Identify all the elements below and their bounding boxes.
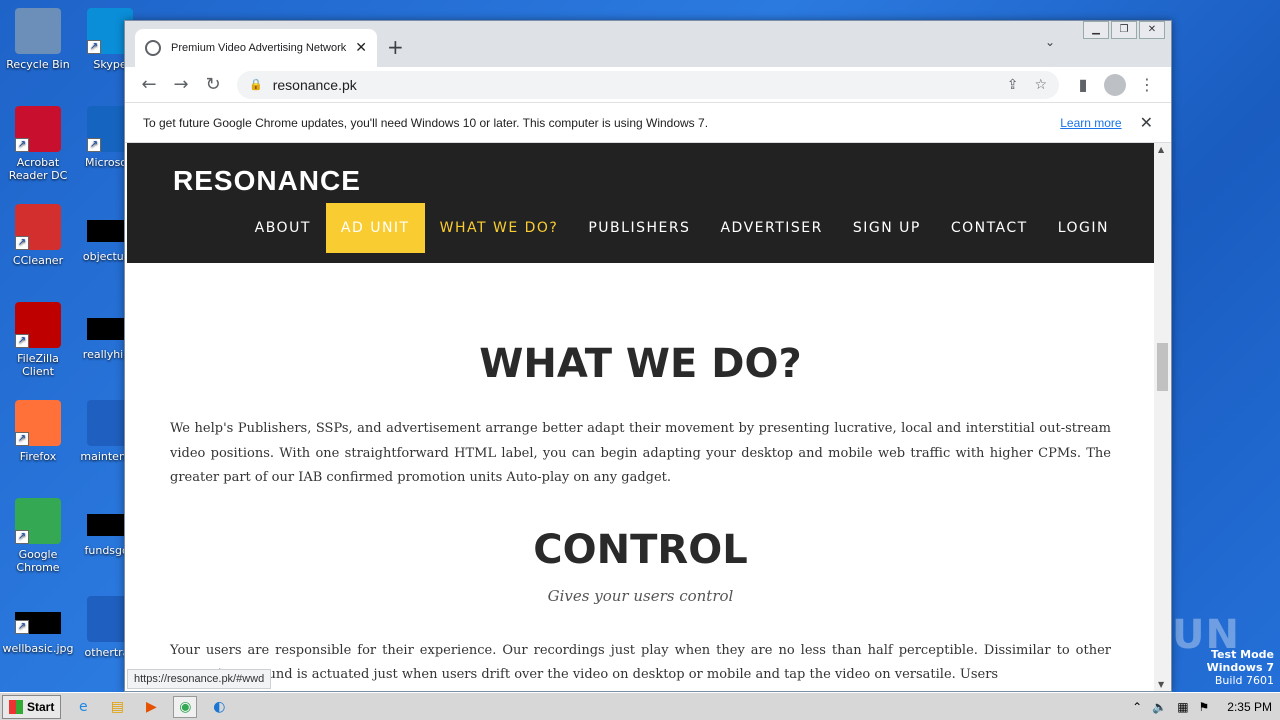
desktop-icon-label: FileZilla Client [17, 352, 59, 378]
tray-expand-icon[interactable]: ⌃ [1132, 700, 1142, 714]
menu-kebab-icon[interactable]: ⋮ [1131, 75, 1163, 94]
close-tab-icon[interactable]: ✕ [355, 40, 367, 56]
nav-item-publishers[interactable]: PUBLISHERS [573, 203, 705, 253]
browser-toolbar: ← → ↻ 🔒 resonance.pk ⇪ ☆ ▮ ⋮ [125, 67, 1171, 103]
desktop-app-icon: ↗ [15, 106, 61, 152]
site-nav: ABOUT AD UNIT WHAT WE DO? PUBLISHERS ADVERTI… [240, 203, 1124, 253]
globe-icon [145, 40, 161, 56]
desktop-app-icon [15, 8, 61, 54]
media-player-taskbar-icon[interactable]: ▶ [139, 696, 163, 718]
nav-item-login[interactable]: LOGIN [1043, 203, 1124, 253]
desktop-app-icon: ↗ [15, 612, 61, 634]
profile-avatar-icon[interactable] [1104, 73, 1126, 96]
address-bar[interactable]: 🔒 resonance.pk ⇪ ☆ [237, 70, 1059, 99]
url-text[interactable]: resonance.pk [273, 77, 991, 93]
what-we-do-heading: WHAT WE DO? [479, 341, 802, 387]
chrome-taskbar-icon[interactable]: ◉ [173, 695, 198, 718]
site-header: RESONANCE ABOUT AD UNIT WHAT WE DO? PUBLISH… [127, 143, 1154, 263]
scroll-thumb[interactable] [1157, 343, 1168, 391]
share-icon[interactable]: ⇪ [1007, 77, 1019, 93]
desktop-app-icon: ↗ [15, 204, 61, 250]
shortcut-arrow-icon: ↗ [87, 40, 101, 54]
page-scrollbar[interactable]: ▲ ▼ [1154, 143, 1171, 691]
link-status-bubble: https://resonance.pk/#wwd [127, 669, 272, 689]
shortcut-arrow-icon: ↗ [87, 138, 101, 152]
close-infobar-icon[interactable]: ✕ [1140, 113, 1153, 133]
nav-item-what-we-do[interactable]: WHAT WE DO? [425, 203, 574, 253]
site-logo[interactable]: RESONANCE [173, 165, 361, 197]
shortcut-arrow-icon: ↗ [15, 138, 29, 152]
desktop-icon[interactable]: ↗ Firefox [0, 400, 76, 463]
control-heading: CONTROL [533, 526, 748, 573]
control-subtitle: Gives your users control [547, 586, 734, 605]
network-icon[interactable]: ▦ [1177, 700, 1188, 714]
desktop-icon-label: wellbasic.jpg [2, 642, 74, 655]
learn-more-link[interactable]: Learn more [1060, 116, 1121, 130]
desktop-app-icon: ↗ [15, 400, 61, 446]
start-button[interactable]: Start [2, 694, 62, 719]
infobar-message: To get future Google Chrome updates, you… [143, 115, 709, 130]
scroll-up-arrow-icon[interactable]: ▲ [1158, 145, 1164, 154]
desktop-app-icon: ↗ [15, 302, 61, 348]
edge-taskbar-icon[interactable]: ◐ [207, 696, 231, 718]
taskbar: Start e ▤ ▶ ◉ ◐ ⌃ 🔈 ▦ ⚑ 2:35 PM [0, 692, 1280, 720]
shortcut-arrow-icon: ↗ [15, 620, 29, 634]
desktop-icon[interactable]: ↗ wellbasic.jpg [0, 596, 76, 655]
reload-icon[interactable]: ↻ [197, 74, 229, 95]
desktop-icon-label: Acrobat Reader DC [8, 156, 68, 182]
ie-taskbar-icon[interactable]: e [71, 696, 95, 718]
desktop-icon-label: Recycle Bin [6, 58, 70, 71]
update-infobar: To get future Google Chrome updates, you… [125, 103, 1171, 143]
test-mode-notice: Test Mode Windows 7 Build 7601 [1206, 648, 1274, 687]
lock-icon[interactable]: 🔒 [249, 78, 263, 91]
forward-arrow-icon[interactable]: → [165, 74, 197, 95]
nav-item-advertiser[interactable]: ADVERTISER [705, 203, 837, 253]
system-tray: ⌃ 🔈 ▦ ⚑ 2:35 PM [1122, 700, 1280, 714]
shortcut-arrow-icon: ↗ [15, 236, 29, 250]
desktop-icon[interactable]: ↗ Google Chrome [0, 498, 76, 574]
restore-button[interactable]: ❐ [1111, 21, 1137, 39]
shortcut-arrow-icon: ↗ [15, 432, 29, 446]
desktop-icon[interactable]: Recycle Bin [0, 8, 76, 71]
windows-logo-icon [9, 699, 23, 714]
control-paragraph: Your users are responsible for their exp… [170, 642, 1111, 683]
desktop-icon[interactable]: ↗ Acrobat Reader DC [0, 106, 76, 182]
tab-search-chevron-icon[interactable]: ⌄ [1045, 35, 1055, 49]
nav-item-sign-up[interactable]: SIGN UP [838, 203, 936, 253]
close-window-button[interactable]: ✕ [1139, 21, 1165, 39]
desktop-icon-label: Firefox [19, 450, 57, 463]
chrome-window: Premium Video Advertising Network ✕ + ⌄ … [124, 20, 1172, 692]
nav-item-about[interactable]: ABOUT [240, 203, 326, 253]
minimize-button[interactable]: ▁ [1083, 21, 1109, 39]
tab-active[interactable]: Premium Video Advertising Network ✕ [135, 29, 377, 67]
bookmark-star-icon[interactable]: ☆ [1034, 77, 1047, 93]
desktop-icon[interactable]: ↗ FileZilla Client [0, 302, 76, 378]
page-content: WHAT WE DO? We help's Publishers, SSPs, … [127, 341, 1154, 688]
page-viewport: RESONANCE ABOUT AD UNIT WHAT WE DO? PUBLISH… [127, 143, 1154, 691]
nav-item-ad-unit[interactable]: AD UNIT [325, 203, 425, 253]
desktop-icon-label: Google Chrome [16, 548, 60, 574]
shortcut-arrow-icon: ↗ [15, 530, 29, 544]
action-center-flag-icon[interactable]: ⚑ [1199, 700, 1210, 714]
desktop-app-icon: ↗ [15, 498, 61, 544]
explorer-taskbar-icon[interactable]: ▤ [105, 696, 129, 718]
back-arrow-icon[interactable]: ← [133, 74, 165, 95]
volume-icon[interactable]: 🔈 [1152, 700, 1167, 714]
new-tab-button[interactable]: + [387, 35, 404, 59]
tab-title: Premium Video Advertising Network [171, 42, 347, 54]
window-controls: ▁ ❐ ✕ [1081, 21, 1165, 39]
desktop-icon-label: CCleaner [12, 254, 64, 267]
what-we-do-paragraph: We help's Publishers, SSPs, and advertis… [170, 421, 1111, 485]
clock[interactable]: 2:35 PM [1227, 700, 1272, 714]
scroll-down-arrow-icon[interactable]: ▼ [1158, 680, 1164, 689]
tab-strip: Premium Video Advertising Network ✕ + ⌄ … [125, 21, 1171, 67]
shortcut-arrow-icon: ↗ [15, 334, 29, 348]
nav-item-contact[interactable]: CONTACT [936, 203, 1043, 253]
desktop-icon[interactable]: ↗ CCleaner [0, 204, 76, 267]
side-panel-icon[interactable]: ▮ [1067, 75, 1099, 94]
